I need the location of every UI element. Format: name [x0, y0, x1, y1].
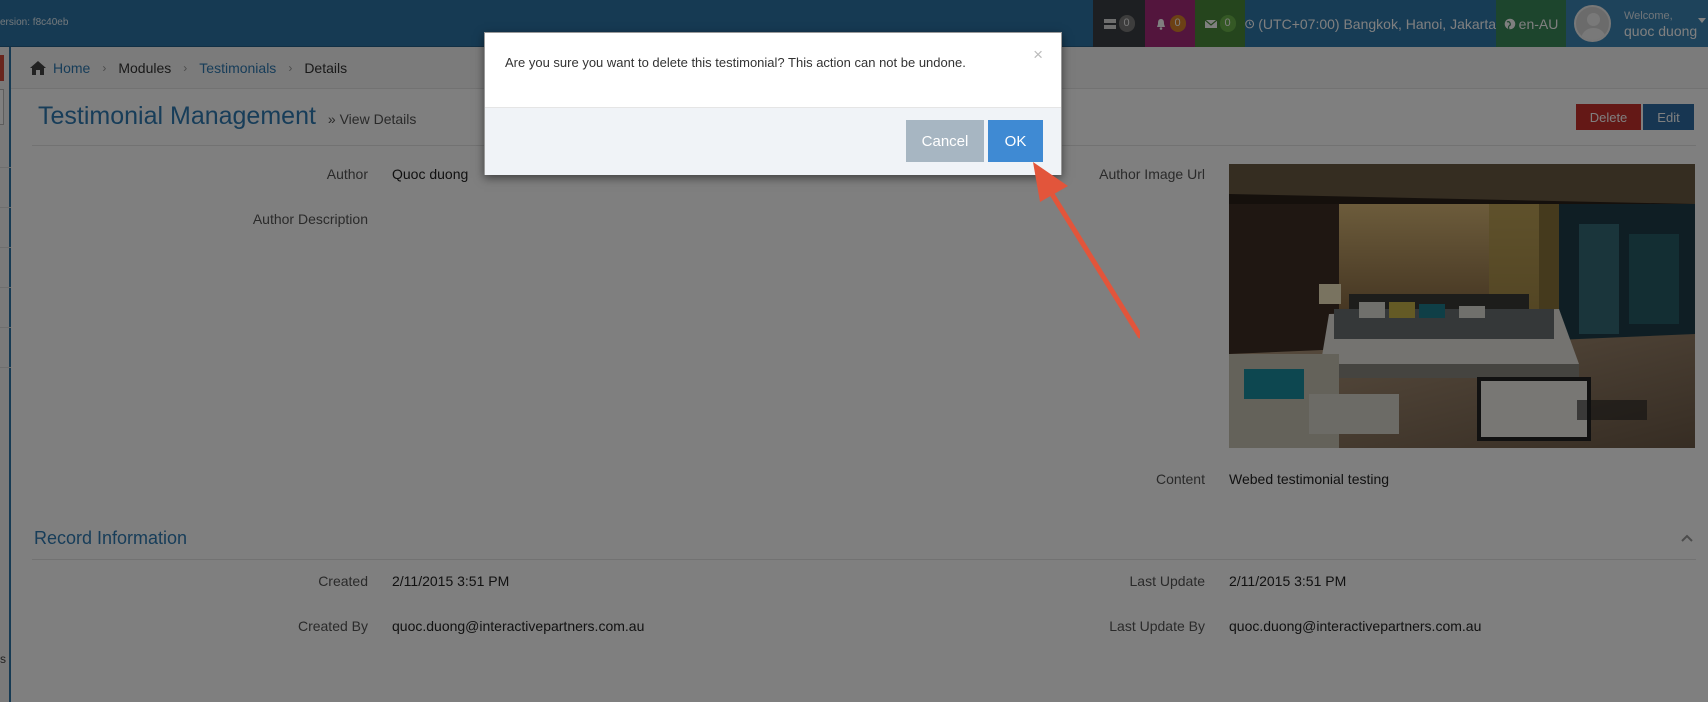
- ok-button[interactable]: OK: [988, 120, 1043, 162]
- dialog-footer: Cancel OK: [485, 108, 1061, 175]
- cancel-button[interactable]: Cancel: [906, 120, 984, 162]
- close-icon[interactable]: ×: [1033, 45, 1043, 65]
- dialog-message: Are you sure you want to delete this tes…: [505, 55, 966, 70]
- annotation-arrow-icon: [1033, 162, 1140, 339]
- confirm-delete-dialog: Are you sure you want to delete this tes…: [484, 32, 1062, 175]
- dialog-body: Are you sure you want to delete this tes…: [485, 33, 1061, 108]
